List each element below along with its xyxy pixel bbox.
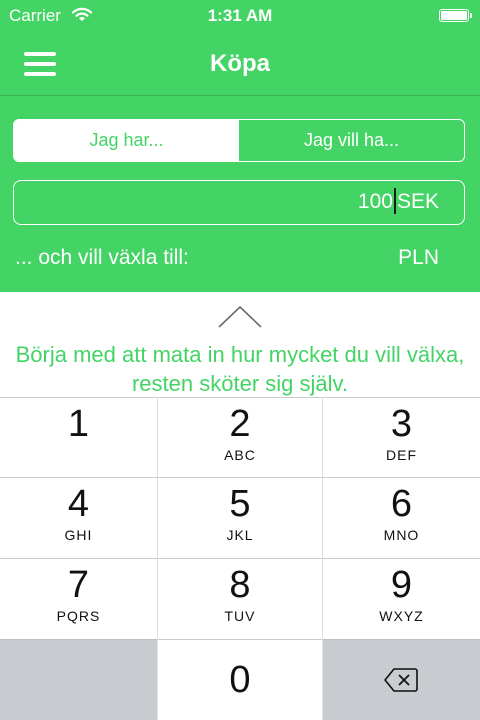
key-digit: 4	[67, 483, 90, 525]
keypad-blank	[0, 639, 157, 720]
chevron-up-icon[interactable]	[215, 304, 265, 330]
status-time: 1:31 AM	[207, 6, 273, 25]
key-2[interactable]: 2 ABC	[158, 397, 322, 478]
key-letters: GHI	[64, 527, 93, 543]
key-digit: 6	[390, 483, 413, 525]
key-6[interactable]: 6 MNO	[323, 477, 480, 558]
key-5[interactable]: 5 JKL	[158, 477, 322, 558]
key-digit: 0	[229, 659, 251, 701]
key-letters: ABC	[224, 447, 256, 463]
key-letters: MNO	[383, 527, 420, 543]
key-letters: DEF	[386, 447, 417, 463]
key-letters: JKL	[226, 527, 254, 543]
backspace-key[interactable]	[323, 639, 480, 720]
segment-want[interactable]: Jag vill ha...	[239, 120, 464, 161]
navigation-bar: Köpa	[0, 32, 480, 96]
mode-segmented-control: Jag har... Jag vill ha...	[13, 119, 465, 162]
key-1[interactable]: 1	[0, 397, 157, 478]
key-digit: 5	[229, 483, 251, 525]
key-3[interactable]: 3 DEF	[323, 397, 480, 478]
key-8[interactable]: 8 TUV	[158, 558, 322, 639]
segment-have[interactable]: Jag har...	[14, 120, 239, 161]
key-digit: 8	[229, 564, 251, 606]
target-currency-label: ... och vill växla till:	[15, 246, 189, 269]
key-0[interactable]: 0	[158, 639, 322, 720]
status-bar: Carrier 1:31 AM	[0, 0, 480, 32]
numeric-keypad: 1 2 ABC 3 DEF 4 GHI 5 JKL 6 MNO 7 PQRS 8…	[0, 397, 480, 720]
key-digit: 7	[67, 564, 90, 606]
key-letters: WXYZ	[379, 608, 424, 624]
key-7[interactable]: 7 PQRS	[0, 558, 157, 639]
key-9[interactable]: 9 WXYZ	[323, 558, 480, 639]
key-digit: 2	[229, 403, 251, 445]
key-4[interactable]: 4 GHI	[0, 477, 157, 558]
key-letters: PQRS	[56, 608, 101, 624]
key-digit: 3	[390, 403, 413, 445]
amount-input[interactable]: 100 SEK	[13, 180, 465, 225]
battery-icon	[439, 9, 472, 22]
target-currency-selector[interactable]: PLN	[398, 246, 439, 270]
text-cursor	[393, 187, 396, 214]
key-digit: 9	[390, 564, 413, 606]
amount-currency: SEK	[396, 190, 439, 213]
key-letters: TUV	[224, 608, 256, 624]
key-digit: 1	[67, 403, 90, 445]
amount-value: 100	[357, 190, 393, 213]
backspace-icon	[384, 668, 418, 692]
page-title: Köpa	[210, 50, 270, 77]
instruction-text: Börja med att mata in hur mycket du vill…	[15, 342, 465, 396]
